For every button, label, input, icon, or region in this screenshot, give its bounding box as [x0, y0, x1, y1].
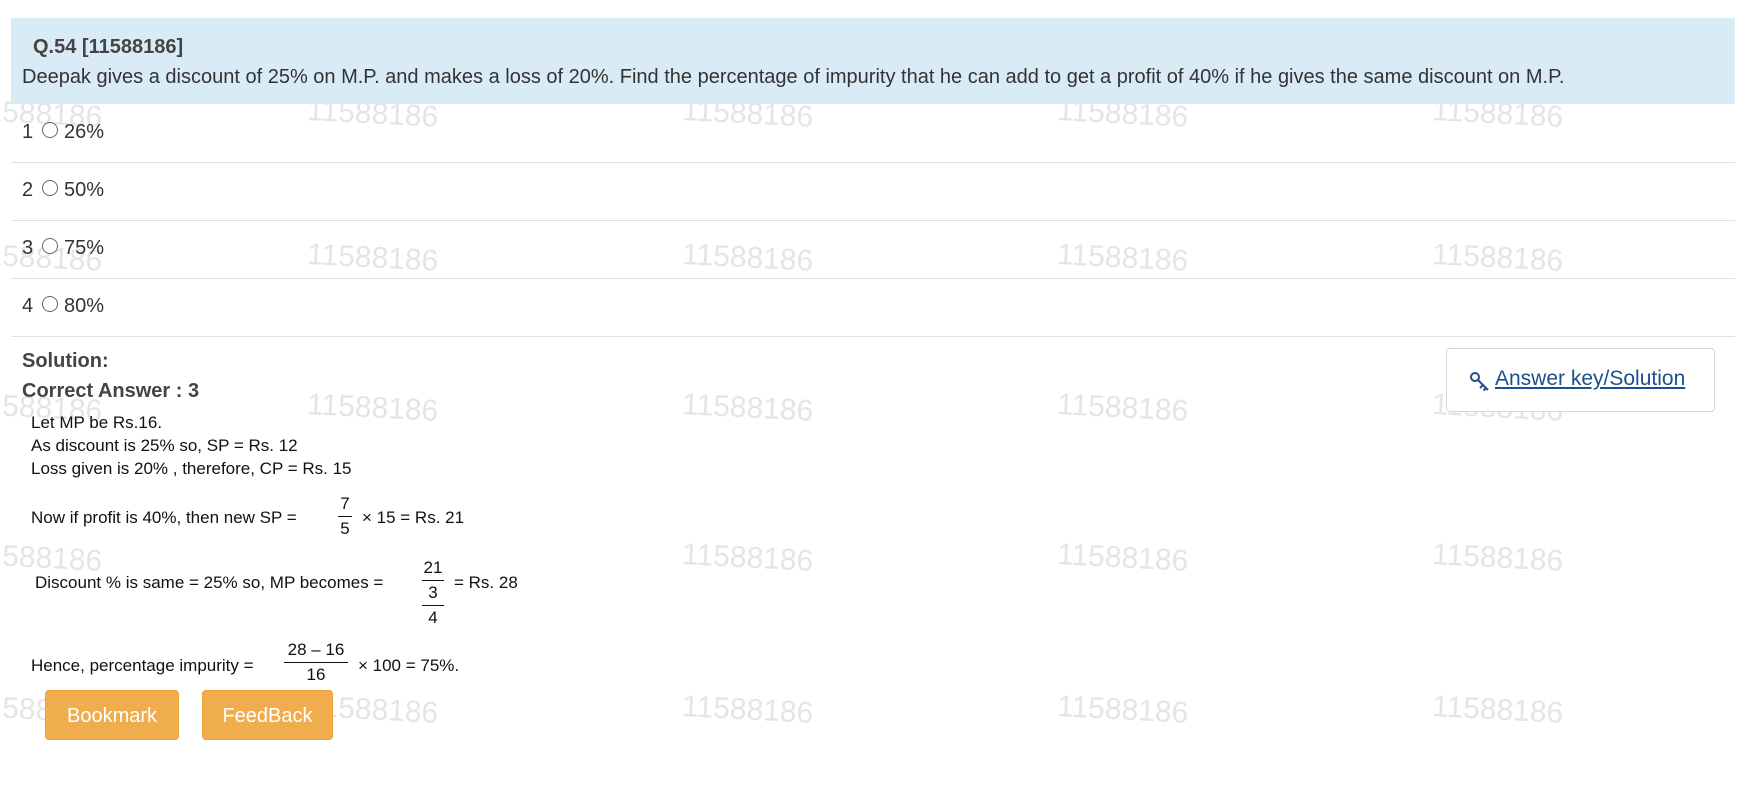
solution-heading: Solution:	[22, 350, 109, 372]
question-number: Q.54 [11588186]	[33, 36, 184, 58]
solution-line: × 100 = 75%.	[358, 656, 460, 675]
fraction: 28 – 16 16	[284, 640, 348, 685]
watermark: 11588186	[1431, 690, 1565, 730]
option-number: 2	[22, 179, 34, 201]
fraction-numerator: 7	[340, 494, 350, 513]
option-number: 3	[22, 237, 34, 259]
bookmark-button[interactable]: Bookmark	[45, 690, 179, 740]
watermark: 11588186	[681, 538, 815, 578]
option-label: 50%	[64, 179, 105, 201]
watermark: 11588186	[681, 690, 815, 730]
correct-answer: Correct Answer : 3	[22, 380, 200, 402]
watermark: 11588186	[1431, 538, 1565, 578]
watermark: 11588186	[1056, 538, 1190, 578]
question-text: Deepak gives a discount of 25% on M.P. a…	[22, 66, 1565, 88]
inner-fraction-bar	[422, 605, 444, 606]
feedback-button[interactable]: FeedBack	[202, 690, 333, 740]
watermark: 11588186	[1056, 388, 1190, 428]
option-label: 75%	[64, 237, 105, 259]
fraction-denominator: 16	[306, 665, 326, 684]
solution-line: Discount % is same = 25% so, MP becomes …	[35, 573, 384, 592]
answer-key-label: Answer key/Solution	[1495, 367, 1686, 390]
solution-line: As discount is 25% so, SP = Rs. 12	[31, 436, 298, 455]
inner-fraction-numerator: 3	[428, 583, 438, 602]
option-radio[interactable]	[42, 180, 58, 196]
complex-fraction: 21 3 4	[422, 558, 444, 628]
fraction: 7 5	[338, 494, 352, 539]
answer-key-solution-button[interactable]: Answer key/Solution	[1446, 348, 1715, 412]
question-panel: Q.54 [11588186] Deepak gives a discount …	[11, 18, 1735, 104]
option-radio[interactable]	[42, 238, 58, 254]
option-row-3[interactable]: 3 75%	[11, 220, 1735, 279]
fraction-denominator: 5	[340, 519, 350, 538]
option-radio[interactable]	[42, 296, 58, 312]
solution-line: × 15 = Rs. 21	[362, 508, 465, 527]
inner-fraction-denominator: 4	[428, 608, 438, 627]
option-row-4[interactable]: 4 80%	[11, 278, 1735, 337]
fraction-bar	[284, 662, 348, 663]
key-icon	[1470, 372, 1489, 392]
solution-line: Let MP be Rs.16.	[31, 413, 163, 432]
fraction-numerator: 21	[423, 558, 443, 577]
option-number: 4	[22, 295, 34, 317]
watermark: 11588186	[681, 388, 815, 428]
watermark: 11588186	[1056, 690, 1190, 730]
watermark: 11588186	[306, 388, 440, 428]
option-label: 26%	[64, 121, 105, 143]
option-radio[interactable]	[42, 122, 58, 138]
option-row-1[interactable]: 1 26%	[11, 104, 1735, 163]
fraction-bar	[338, 516, 352, 517]
solution-line: Now if profit is 40%, then new SP =	[31, 508, 297, 527]
solution-line: Loss given is 20% , therefore, CP = Rs. …	[31, 459, 352, 478]
solution-line: Hence, percentage impurity =	[31, 656, 254, 675]
option-number: 1	[22, 121, 34, 143]
solution-line: = Rs. 28	[454, 573, 518, 592]
option-row-2[interactable]: 2 50%	[11, 162, 1735, 221]
fraction-numerator: 28 – 16	[287, 640, 345, 659]
option-label: 80%	[64, 295, 105, 317]
fraction-bar	[422, 580, 444, 581]
